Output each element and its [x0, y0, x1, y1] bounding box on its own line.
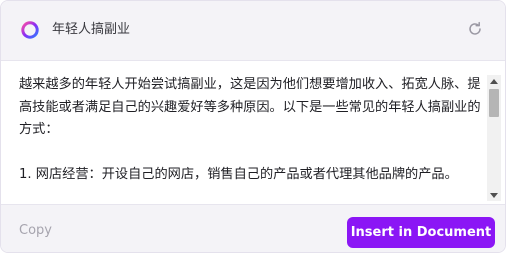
- copy-button[interactable]: Copy: [19, 223, 52, 239]
- ai-writer-panel: 年轻人搞副业 越来越多的年轻人开始尝试搞副业，这是因为他们想要增加收入、拓宽人脉…: [0, 0, 506, 253]
- panel-title: 年轻人搞副业: [52, 22, 131, 37]
- scroll-down-arrow-icon[interactable]: [487, 189, 501, 201]
- gradient-ring-logo-icon: [21, 21, 39, 39]
- insert-in-document-button[interactable]: Insert in Document: [347, 217, 495, 248]
- generated-text: 越来越多的年轻人开始尝试搞副业，这是因为他们想要增加收入、拓宽人脉、提高技能或者…: [19, 77, 481, 182]
- generated-text-area[interactable]: 越来越多的年轻人开始尝试搞副业，这是因为他们想要增加收入、拓宽人脉、提高技能或者…: [1, 61, 505, 204]
- scroll-thumb[interactable]: [489, 89, 499, 117]
- vertical-scrollbar[interactable]: [487, 75, 501, 201]
- scroll-up-arrow-icon[interactable]: [487, 75, 501, 87]
- panel-footer: Copy Insert in Document: [1, 204, 505, 252]
- panel-header: 年轻人搞副业: [1, 1, 505, 61]
- refresh-icon[interactable]: [466, 20, 484, 38]
